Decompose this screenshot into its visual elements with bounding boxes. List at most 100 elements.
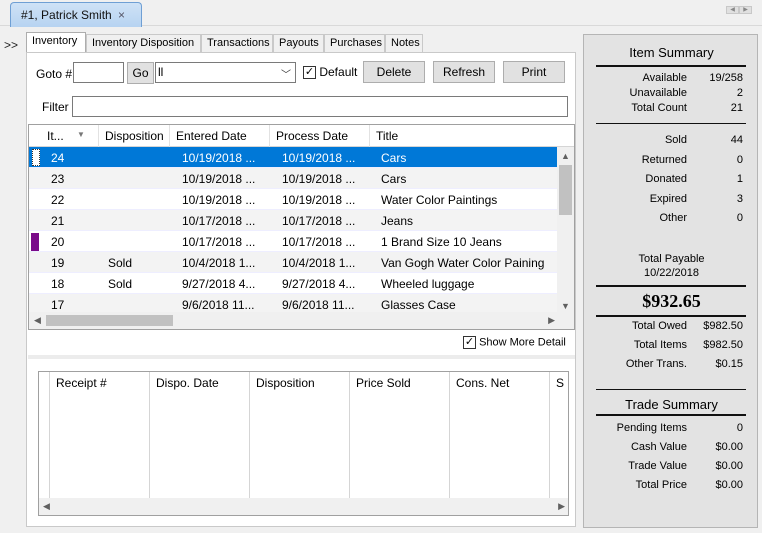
total-payable-date: 10/22/2018 (643, 267, 700, 279)
total-payable-label: Total Payable (638, 253, 705, 265)
print-button[interactable]: Print (503, 61, 565, 83)
trade-summary-label: Total Price (635, 479, 687, 491)
scroll-left-icon[interactable]: ◀ (34, 315, 41, 326)
tab-purchases[interactable]: Purchases (324, 34, 385, 53)
row-color-marker (31, 233, 39, 251)
refresh-button[interactable]: Refresh (433, 61, 495, 83)
cell-process-date: 10/4/2018 1... (282, 256, 356, 270)
scroll-down-icon[interactable]: ▼ (561, 301, 570, 311)
default-checkbox[interactable]: ✓ Default (303, 65, 357, 80)
tab-payouts[interactable]: Payouts (273, 34, 324, 53)
totals-summary-value: $0.15 (715, 358, 743, 370)
disposition-summary-label: Sold (664, 134, 687, 146)
disposition-summary-label: Expired (649, 192, 687, 205)
tab-inventory[interactable]: Inventory (26, 32, 86, 53)
tab-notes[interactable]: Notes (385, 34, 423, 53)
table-row[interactable]: 23 10/19/2018 ... 10/19/2018 ... Cars (29, 168, 559, 189)
column-header-entered-date[interactable]: Entered Date (170, 125, 270, 147)
tab-scroll-arrows[interactable]: ◀ ▶ (726, 0, 756, 14)
cell-process-date: 10/17/2018 ... (282, 214, 356, 228)
show-more-detail-mark: ✓ (463, 336, 476, 349)
trade-summary-row: Trade Value $0.00 (584, 460, 759, 475)
disposition-summary-row: Returned 0 (584, 154, 759, 169)
scroll-right-icon[interactable]: ▶ (558, 501, 565, 512)
sort-arrow-icon: ▼ (77, 130, 85, 139)
cell-entered-date: 9/27/2018 4... (182, 277, 256, 291)
trade-summary-title: Trade Summary (625, 397, 718, 412)
column-header-dispo-date[interactable]: Dispo. Date (150, 372, 250, 515)
stock-summary-value: 2 (736, 87, 743, 99)
row-header-column (39, 372, 50, 515)
cell-item: 24 (51, 151, 65, 165)
column-header-item[interactable]: It... ▼ (41, 125, 99, 147)
scroll-up-icon[interactable]: ▲ (561, 151, 570, 161)
totals-summary-label: Total Owed (631, 320, 687, 332)
disposition-summary-value: 44 (730, 134, 743, 146)
disposition-summary-row: Expired 3 (584, 193, 759, 208)
stock-summary-value: 19/258 (709, 72, 743, 84)
cell-title: Water Color Paintings (381, 193, 498, 207)
disposition-summary-label: Other (659, 212, 687, 224)
grid-vertical-scrollbar[interactable]: ▲ ▼ (557, 147, 574, 313)
cell-disposition (108, 189, 170, 210)
table-row[interactable]: 18 Sold 9/27/2018 4... 9/27/2018 4... Wheele… (29, 273, 559, 294)
expand-panel-button[interactable]: >> (4, 38, 18, 52)
cell-title: Cars (381, 151, 407, 165)
column-header-disposition[interactable]: Disposition (250, 372, 350, 515)
show-more-detail-checkbox[interactable]: ✓ Show More Detail (463, 336, 566, 349)
stock-summary-value: 21 (730, 102, 743, 114)
column-header-receipt[interactable]: Receipt # (50, 372, 150, 515)
table-row[interactable]: 20 10/17/2018 ... 10/17/2018 ... 1 Brand Si… (29, 231, 559, 252)
disposition-summary-value: 1 (736, 173, 743, 185)
splitter[interactable] (28, 355, 575, 359)
document-tab-patrick-smith[interactable]: #1, Patrick Smith × (10, 2, 142, 27)
disposition-summary-label: Donated (645, 173, 687, 185)
grid-vertical-scroll-thumb[interactable] (559, 165, 572, 215)
cell-process-date: 10/19/2018 ... (282, 151, 356, 165)
cell-item: 19 (51, 256, 65, 270)
tab-inventory-disposition[interactable]: Inventory Disposition (86, 34, 201, 53)
item-summary-title: Item Summary (629, 45, 714, 60)
filter-select[interactable]: ll ﹀ (155, 62, 296, 83)
trade-summary-row: Pending Items 0 (584, 422, 759, 437)
table-row[interactable]: 22 10/19/2018 ... 10/19/2018 ... Water Colo… (29, 189, 559, 210)
trade-summary-value: $0.00 (715, 441, 743, 453)
column-header-cons-net[interactable]: Cons. Net (450, 372, 550, 515)
scroll-right-icon[interactable]: ▶ (739, 6, 752, 14)
tab-transactions[interactable]: Transactions (201, 34, 273, 53)
table-row[interactable]: 21 10/17/2018 ... 10/17/2018 ... Jeans (29, 210, 559, 231)
disposition-detail-grid[interactable]: Receipt # Dispo. Date Disposition Price … (38, 371, 569, 516)
go-button[interactable]: Go (127, 62, 154, 84)
cell-title: 1 Brand Size 10 Jeans (381, 235, 502, 249)
table-row[interactable]: 19 Sold 10/4/2018 1... 10/4/2018 1... Van Go… (29, 252, 559, 273)
column-header-process-date[interactable]: Process Date (270, 125, 370, 147)
cell-disposition (108, 210, 170, 231)
grid-horizontal-scrollbar[interactable]: ◀ ▶ (29, 312, 574, 329)
totals-summary-value: $982.50 (703, 339, 743, 351)
delete-button[interactable]: Delete (363, 61, 425, 83)
column-header-s[interactable]: S (550, 372, 568, 515)
column-header-price-sold[interactable]: Price Sold (350, 372, 450, 515)
grid-horizontal-scroll-thumb[interactable] (46, 315, 173, 326)
cell-disposition (108, 147, 170, 168)
cell-entered-date: 10/4/2018 1... (182, 256, 256, 270)
scroll-left-icon[interactable]: ◀ (43, 501, 50, 512)
column-header-title[interactable]: Title (370, 125, 560, 147)
trade-summary-value: $0.00 (715, 460, 743, 472)
scroll-right-icon[interactable]: ▶ (548, 315, 555, 326)
table-row[interactable]: 24 10/19/2018 ... 10/19/2018 ... Cars (29, 147, 559, 168)
goto-input[interactable] (73, 62, 124, 83)
column-header-disposition[interactable]: Disposition (99, 125, 170, 147)
cell-title: Wheeled luggage (381, 277, 475, 291)
cell-process-date: 9/27/2018 4... (282, 277, 356, 291)
disposition-summary-row: Other 0 (584, 212, 759, 227)
inventory-grid[interactable]: It... ▼ Disposition Entered Date Process… (28, 124, 575, 330)
cell-process-date: 10/19/2018 ... (282, 172, 356, 186)
filter-input[interactable] (72, 96, 568, 117)
filter-label: Filter (42, 100, 69, 114)
cell-entered-date: 10/17/2018 ... (182, 235, 256, 249)
totals-summary-row: Total Owed $982.50 (584, 320, 759, 335)
scroll-left-icon[interactable]: ◀ (726, 6, 739, 14)
close-icon[interactable]: × (118, 8, 125, 22)
detail-horizontal-scrollbar[interactable]: ◀ ▶ (39, 498, 568, 515)
